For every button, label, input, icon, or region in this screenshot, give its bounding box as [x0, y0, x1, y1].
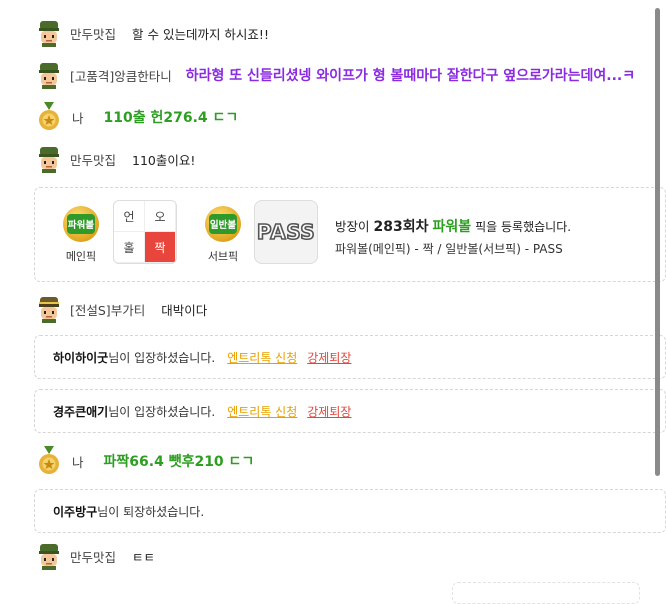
system-notice: 하이하이굿 님이 입장하셨습니다. 엔트리톡 신청 강제퇴장: [34, 335, 666, 379]
sub-pick-label: 서브픽: [207, 250, 239, 263]
chat-message: 만두맛집 할 수 있는데까지 하시죠!!: [34, 18, 269, 48]
chat-message: 만두맛집 110출이요!: [34, 144, 195, 174]
nickname[interactable]: 만두맛집: [70, 547, 116, 566]
pick-cell-selected: 짝: [145, 232, 176, 263]
soldier-avatar-icon: [39, 21, 59, 47]
system-user[interactable]: 하이하이굿: [53, 349, 108, 366]
chat-message: 만두맛집 ㅌㅌ: [34, 541, 155, 571]
nickname[interactable]: 만두맛집: [70, 24, 116, 43]
message-text: 할 수 있는데까지 하시죠!!: [132, 26, 269, 42]
system-text: 님이 입장하셨습니다.: [108, 404, 216, 419]
gold-medal-icon: [39, 102, 59, 130]
chat-message: [고품격]앙큼한타니 하라형 또 신들리셨넹 와이프가 형 볼때마다 잘한다구 …: [34, 60, 635, 90]
nickname: 나: [72, 454, 84, 470]
message-text: 110출이요!: [132, 152, 196, 168]
message-text: 하라형 또 신들리셨넹 와이프가 형 볼때마다 잘한다구 옆으로가라는데여...…: [185, 68, 636, 84]
pick-cell: 언: [114, 201, 145, 232]
normalball-badge-icon: 일반볼: [205, 206, 241, 242]
pick-cell: 오: [145, 201, 176, 232]
entry-talk-request-link[interactable]: 엔트리톡 신청: [227, 403, 297, 420]
system-user[interactable]: 이주방구: [53, 503, 97, 520]
pick-detail-line: 파워볼(메인픽) - 짝 / 일반볼(서브픽) - PASS: [335, 242, 563, 256]
message-text: 파짝66.4 뺏후210 ㄷㄱ: [103, 454, 255, 470]
message-text: ㅌㅌ: [132, 549, 156, 565]
chat-message: [전설S]부가티 대박이다: [34, 294, 207, 324]
soldier-avatar-icon: [39, 63, 59, 89]
pick-registration-card: 파워볼 메인픽 언 오 홀 짝 일반볼 서브픽 PASS 방장이 283회차 파…: [34, 187, 666, 282]
chat-log: 만두맛집 할 수 있는데까지 하시죠!! [고품격]앙큼한타니 하라형 또 신들…: [0, 0, 666, 604]
chat-message-mine: 나 110출 헌276.4 ㄷㄱ: [36, 102, 238, 132]
chat-message-mine: 나 파짝66.4 뺏후210 ㄷㄱ: [36, 446, 254, 476]
scrollbar-thumb[interactable]: [655, 8, 660, 476]
system-text: 님이 입장하셨습니다.: [108, 350, 216, 365]
pick-summary-line: 방장이 283회차 파워볼 픽을 등록했습니다.: [335, 219, 572, 235]
force-kick-link[interactable]: 강제퇴장: [307, 349, 351, 366]
soldier-avatar-icon: [39, 147, 59, 173]
gold-medal-icon: [39, 446, 59, 474]
partial-card: [452, 582, 640, 604]
system-notice: 경주큰애기 님이 입장하셨습니다. 엔트리톡 신청 강제퇴장: [34, 389, 666, 433]
force-kick-link[interactable]: 강제퇴장: [307, 403, 351, 420]
entry-talk-request-link[interactable]: 엔트리톡 신청: [227, 349, 297, 366]
pick-cell: 홀: [114, 232, 145, 263]
system-user[interactable]: 경주큰애기: [53, 403, 108, 420]
soldier-avatar-icon: [39, 544, 59, 570]
message-text: 대박이다: [161, 302, 208, 318]
system-notice: 이주방구 님이 퇴장하셨습니다.: [34, 489, 666, 533]
message-text: 110출 헌276.4 ㄷㄱ: [103, 110, 239, 126]
nickname[interactable]: [고품격]앙큼한타니: [70, 66, 172, 85]
soldier-avatar-icon: [39, 297, 59, 323]
system-text: 님이 퇴장하셨습니다.: [97, 504, 205, 519]
nickname[interactable]: [전설S]부가티: [70, 300, 145, 319]
nickname: 나: [72, 110, 84, 126]
powerball-badge-icon: 파워볼: [63, 206, 99, 242]
main-pick-label: 메인픽: [65, 250, 97, 263]
nickname[interactable]: 만두맛집: [70, 150, 116, 169]
main-pick-grid: 언 오 홀 짝: [113, 200, 177, 264]
sub-pick-pass: PASS: [254, 200, 318, 264]
